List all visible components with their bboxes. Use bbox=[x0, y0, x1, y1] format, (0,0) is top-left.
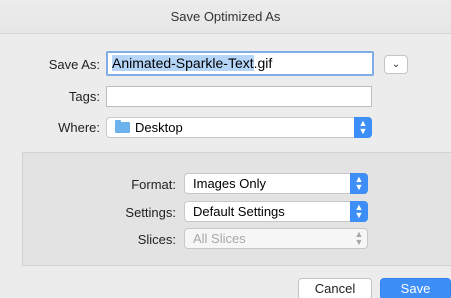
tags-label: Tags: bbox=[68, 89, 100, 104]
popup-stepper-icon: ▲ ▼ bbox=[354, 117, 372, 138]
settings-popup[interactable]: Default Settings ▲ ▼ bbox=[184, 201, 368, 222]
format-popup[interactable]: Images Only ▲ ▼ bbox=[184, 173, 368, 194]
where-value: Desktop bbox=[135, 120, 183, 135]
where-popup[interactable]: Desktop ▲ ▼ bbox=[106, 117, 372, 138]
slices-value: All Slices bbox=[193, 231, 246, 246]
format-value: Images Only bbox=[193, 176, 266, 191]
tags-input[interactable] bbox=[106, 86, 372, 107]
settings-value: Default Settings bbox=[193, 204, 285, 219]
save-as-label: Save As: bbox=[48, 57, 100, 72]
popup-stepper-icon: ▲ ▼ bbox=[350, 173, 368, 194]
cancel-button[interactable]: Cancel bbox=[298, 278, 372, 298]
save-button[interactable]: Save bbox=[380, 278, 451, 298]
expand-dialog-button[interactable]: ⌄ bbox=[384, 55, 408, 74]
filename-extension: .gif bbox=[253, 55, 273, 71]
popup-stepper-icon: ▲ ▼ bbox=[350, 201, 368, 222]
format-label: Format: bbox=[131, 177, 176, 192]
popup-stepper-icon: ▲ ▼ bbox=[354, 229, 364, 247]
folder-icon bbox=[115, 120, 130, 133]
slices-label: Slices: bbox=[137, 232, 176, 247]
dialog-title: Save Optimized As bbox=[0, 0, 451, 34]
settings-label: Settings: bbox=[125, 205, 176, 220]
where-label: Where: bbox=[58, 120, 100, 135]
filename-selected-text: Animated-Sparkle-Text bbox=[112, 55, 254, 71]
filename-input[interactable]: Animated-Sparkle-Text.gif bbox=[106, 51, 374, 76]
save-dialog: Save Optimized As Save As: Animated-Spar… bbox=[0, 0, 451, 298]
slices-popup: All Slices ▲ ▼ bbox=[184, 228, 368, 249]
chevron-down-icon: ⌄ bbox=[391, 59, 401, 70]
